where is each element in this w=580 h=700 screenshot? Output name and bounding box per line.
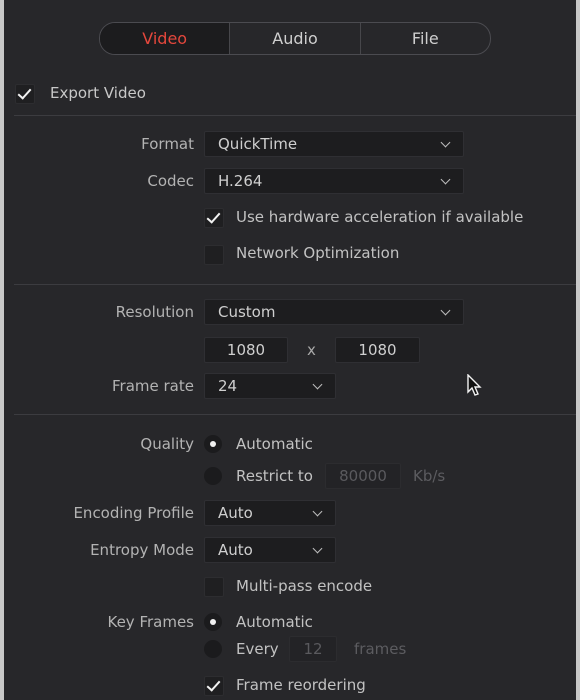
key-frames-automatic-label: Automatic (236, 613, 313, 631)
entropy-mode-label: Entropy Mode (90, 541, 194, 559)
chevron-down-icon (312, 379, 323, 390)
export-video-checkbox[interactable] (15, 84, 35, 104)
multi-pass-label: Multi-pass encode (236, 577, 373, 595)
chevron-down-icon (312, 506, 323, 517)
chevron-down-icon (312, 543, 323, 554)
codec-dropdown[interactable]: H.264 (204, 168, 464, 194)
quality-automatic-label: Automatic (236, 435, 313, 453)
resolution-height-input[interactable]: 1080 (335, 337, 420, 363)
tab-audio[interactable]: Audio (229, 23, 359, 54)
resolution-label: Resolution (115, 303, 194, 321)
format-value: QuickTime (218, 135, 298, 153)
quality-restrict-radio[interactable] (204, 467, 222, 485)
chevron-down-icon (440, 305, 451, 316)
codec-value: H.264 (218, 172, 263, 190)
chevron-down-icon (440, 174, 451, 185)
network-optimization-label: Network Optimization (236, 244, 400, 262)
quality-bitrate-unit: Kb/s (413, 467, 446, 485)
hardware-acceleration-checkbox[interactable] (204, 208, 224, 228)
export-video-label: Export Video (50, 84, 146, 102)
resolution-width-input[interactable]: 1080 (204, 337, 288, 363)
quality-label: Quality (140, 435, 194, 453)
key-frames-automatic-radio[interactable] (204, 613, 222, 631)
render-settings-panel: Video Audio File Export Video Format Qui… (4, 0, 576, 700)
frame-reordering-label: Frame reordering (236, 676, 366, 694)
tab-file[interactable]: File (359, 23, 490, 54)
hardware-acceleration-label: Use hardware acceleration if available (236, 208, 524, 226)
resolution-separator: x (307, 341, 316, 359)
format-dropdown[interactable]: QuickTime (204, 131, 464, 157)
divider (14, 115, 576, 116)
key-frames-label: Key Frames (107, 613, 194, 631)
resolution-dropdown[interactable]: Custom (204, 299, 464, 325)
codec-label: Codec (147, 172, 194, 190)
encoding-profile-dropdown[interactable]: Auto (204, 500, 336, 526)
encoding-profile-label: Encoding Profile (73, 504, 194, 522)
quality-restrict-label: Restrict to (236, 467, 313, 485)
tab-video[interactable]: Video (100, 23, 230, 54)
mouse-cursor-icon (467, 374, 482, 396)
chevron-down-icon (440, 137, 451, 148)
entropy-mode-dropdown[interactable]: Auto (204, 537, 336, 563)
divider (14, 284, 576, 285)
encoding-profile-value: Auto (218, 504, 253, 522)
multi-pass-checkbox[interactable] (204, 577, 224, 597)
network-optimization-checkbox[interactable] (204, 245, 224, 265)
frame-rate-value: 24 (218, 377, 238, 395)
key-frames-every-label: Every (236, 640, 279, 658)
frame-reordering-checkbox[interactable] (204, 676, 224, 696)
quality-automatic-radio[interactable] (204, 435, 222, 453)
key-frames-interval-input[interactable]: 12 (289, 636, 337, 662)
format-label: Format (141, 135, 194, 153)
settings-tabs: Video Audio File (99, 22, 491, 55)
key-frames-unit: frames (354, 640, 407, 658)
divider (14, 414, 576, 415)
entropy-mode-value: Auto (218, 541, 253, 559)
resolution-value: Custom (218, 303, 276, 321)
frame-rate-dropdown[interactable]: 24 (204, 373, 336, 399)
quality-bitrate-input[interactable]: 80000 (325, 463, 401, 489)
frame-rate-label: Frame rate (112, 377, 194, 395)
key-frames-every-radio[interactable] (204, 640, 222, 658)
